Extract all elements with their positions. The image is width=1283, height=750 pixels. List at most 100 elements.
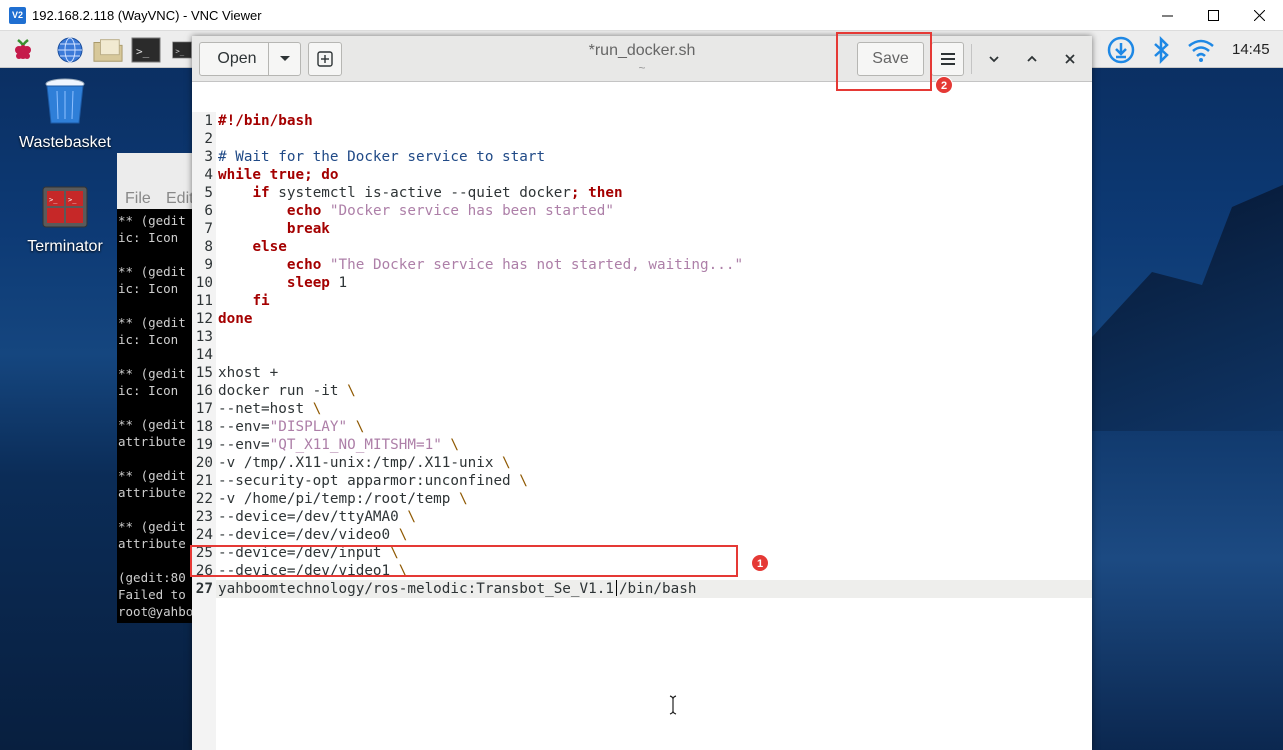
code-line[interactable]: 23 --device=/dev/ttyAMA0 \ [192, 508, 1092, 526]
terminal-line: ic: Icon [118, 332, 179, 347]
code-view[interactable]: 1 #!/bin/bash 2 3 # Wait for the Docker serv… [192, 112, 1092, 598]
line-number: 19 [195, 437, 213, 453]
code-line[interactable]: 16 docker run -it \ [192, 382, 1092, 400]
terminal-line: ** (gedit [118, 468, 186, 483]
line-text: --env="QT_X11_NO_MITSHM=1" \ [218, 436, 459, 454]
code-line[interactable]: 15 xhost + [192, 364, 1092, 382]
browser-launcher[interactable] [55, 35, 85, 65]
text-editor-area[interactable]: 1 #!/bin/bash 2 3 # Wait for the Docker serv… [192, 112, 1092, 750]
vnc-window-title: 192.168.2.118 (WayVNC) - VNC Viewer [32, 8, 262, 23]
code-token: /bin/bash [618, 581, 697, 597]
code-line[interactable]: 7 break [192, 220, 1092, 238]
gedit-minimize-button[interactable] [979, 44, 1009, 74]
vnc-maximize-button[interactable] [1190, 0, 1236, 31]
terminal-line: ** (gedit [118, 519, 186, 534]
code-token: -v /tmp/.X11-unix:/tmp/.X11-unix [218, 455, 503, 471]
code-token: echo [286, 257, 322, 273]
wifi-tray-button[interactable] [1186, 35, 1216, 65]
code-line[interactable]: 13 [192, 328, 1092, 346]
terminal-launcher[interactable]: >_ [131, 35, 161, 65]
gedit-headerbar: Open *run_docker.sh ~ Save [192, 36, 1092, 82]
annotation-badge: 1 [751, 554, 769, 572]
line-number: 16 [195, 383, 213, 399]
code-line[interactable]: 1 #!/bin/bash [192, 112, 1092, 130]
code-token: \ [398, 527, 408, 543]
code-token: 1 [329, 275, 348, 291]
raspberry-menu-button[interactable] [8, 35, 38, 65]
code-line[interactable]: 3 # Wait for the Docker service to start [192, 148, 1092, 166]
code-line[interactable]: 4 while true; do [192, 166, 1092, 184]
file-manager-launcher[interactable] [93, 35, 123, 65]
vnc-minimize-button[interactable] [1144, 0, 1190, 31]
annotation-highlight-save [836, 32, 932, 91]
vnc-close-button[interactable] [1236, 0, 1282, 31]
code-line[interactable]: 14 [192, 346, 1092, 364]
code-line[interactable]: 19 --env="QT_X11_NO_MITSHM=1" \ [192, 436, 1092, 454]
code-token: done [218, 311, 253, 327]
document-title: *run_docker.sh [588, 42, 696, 59]
download-tray-button[interactable] [1106, 35, 1136, 65]
line-number: 14 [195, 347, 213, 363]
terminal-menu-edit[interactable]: Edit [166, 190, 194, 208]
gedit-window: Open *run_docker.sh ~ Save 1 #!/bin/bash… [192, 36, 1092, 750]
line-number: 12 [195, 311, 213, 327]
close-icon [1253, 10, 1265, 21]
code-line[interactable]: 9 echo "The Docker service has not start… [192, 256, 1092, 274]
desktop-icon-terminator[interactable]: >_ >_ Terminator [10, 185, 120, 256]
terminal-window[interactable]: File Edit ** (gedit ic: Icon ** (gedit ic: … [117, 153, 197, 623]
svg-text:>_: >_ [49, 196, 58, 204]
code-line[interactable]: 18 --env="DISPLAY" \ [192, 418, 1092, 436]
terminal-line: ** (gedit [118, 315, 186, 330]
terminal-line: ic: Icon [118, 383, 179, 398]
bluetooth-tray-button[interactable] [1146, 35, 1176, 65]
code-line[interactable]: 2 [192, 130, 1092, 148]
gedit-maximize-button[interactable] [1017, 44, 1047, 74]
code-line[interactable]: 22 -v /home/pi/temp:/root/temp \ [192, 490, 1092, 508]
panel-clock[interactable]: 14:45 [1232, 41, 1270, 58]
line-number: 13 [195, 329, 213, 345]
line-number: 7 [204, 221, 213, 237]
hamburger-menu-button[interactable] [931, 42, 964, 76]
code-line[interactable]: 8 else [192, 238, 1092, 256]
code-line[interactable]: 17 --net=host \ [192, 400, 1092, 418]
code-line[interactable]: 20 -v /tmp/.X11-unix:/tmp/.X11-unix \ [192, 454, 1092, 472]
code-token: \ [459, 491, 468, 507]
code-token: break [286, 221, 330, 237]
desktop-icon-label: Wastebasket [19, 134, 111, 151]
terminal-menu-file[interactable]: File [125, 190, 151, 208]
code-line[interactable]: 24 --device=/dev/video0 \ [192, 526, 1092, 544]
open-button[interactable]: Open [199, 42, 275, 76]
line-text: fi [218, 292, 269, 310]
desktop-icon-wastebasket[interactable]: Wastebasket [10, 77, 120, 152]
code-line[interactable]: 27 yahboomtechnology/ros-melodic:Transbot… [192, 580, 1092, 598]
code-token: xhost + [218, 365, 279, 381]
code-token: if [252, 185, 270, 201]
code-line[interactable]: 10 sleep 1 [192, 274, 1092, 292]
terminal-line: root@yahbo [118, 604, 194, 619]
code-line[interactable]: 5 if systemctl is-active --quiet docker;… [192, 184, 1092, 202]
gedit-close-button[interactable] [1055, 44, 1085, 74]
code-line[interactable]: 12 done [192, 310, 1092, 328]
chevron-up-icon [1027, 55, 1037, 62]
terminal-launcher-2[interactable]: >_ [172, 35, 192, 65]
line-number: 3 [204, 149, 213, 165]
open-recent-dropdown-button[interactable] [268, 42, 301, 76]
code-token: docker run -it [218, 383, 348, 399]
code-line[interactable]: 6 echo "Docker service has been started" [192, 202, 1092, 220]
wallpaper-mountain [1092, 181, 1283, 441]
code-line[interactable]: 21 --security-opt apparmor:unconfined \ [192, 472, 1092, 490]
new-document-button[interactable] [308, 42, 342, 76]
code-line[interactable]: 11 fi [192, 292, 1092, 310]
line-number: 15 [195, 365, 213, 381]
